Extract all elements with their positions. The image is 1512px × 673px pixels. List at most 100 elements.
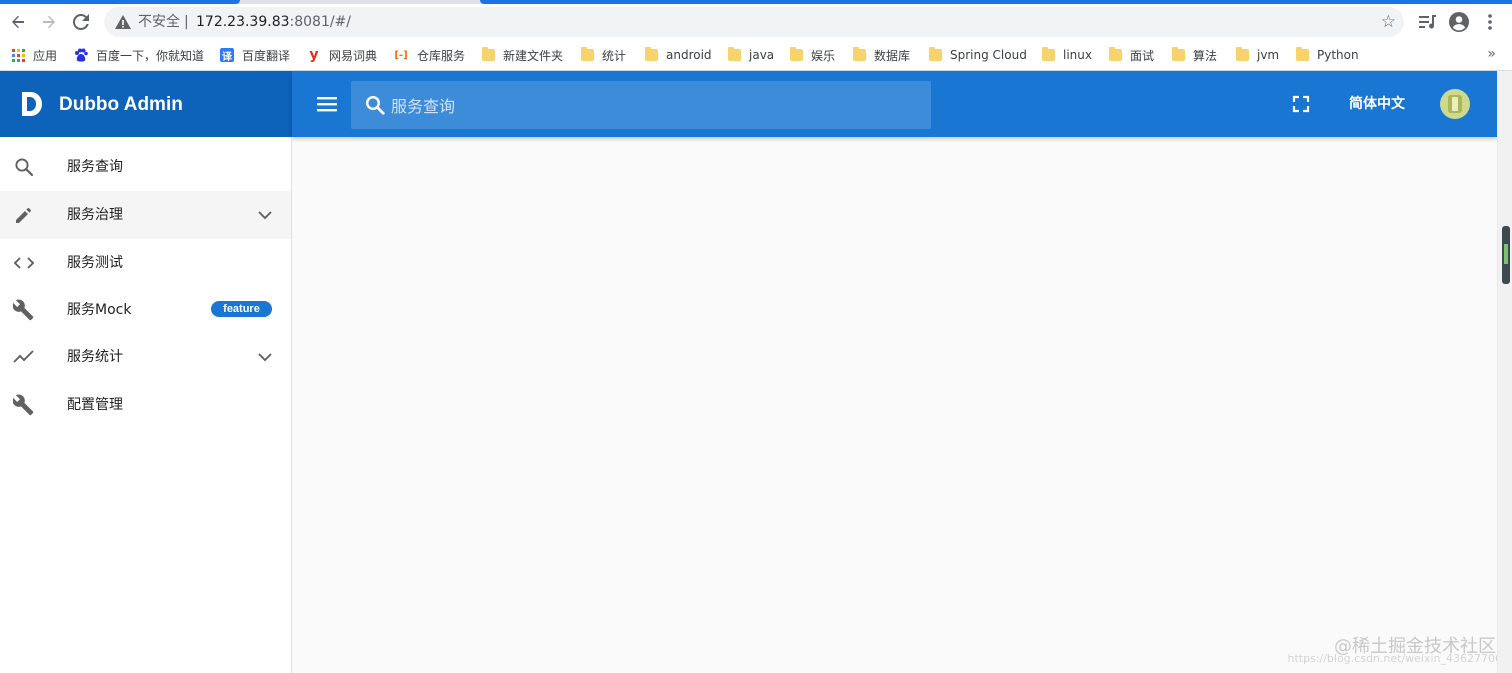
sidebar-item-label: 服务统计 <box>67 349 123 365</box>
folder-icon <box>789 47 803 61</box>
bookmark-label: linux <box>1063 48 1092 62</box>
bookmark-label: 仓库服务 <box>417 48 466 63</box>
sidebar-item-service-governance[interactable]: 服务治理 <box>0 191 291 239</box>
account-circle-icon <box>1449 12 1469 32</box>
bookmark-folder[interactable]: 娱乐 <box>789 46 835 64</box>
main-content <box>292 137 1497 673</box>
brand-header[interactable]: Dubbo Admin <box>0 71 292 137</box>
bookmark-label: java <box>749 48 775 62</box>
avatar-image-detail <box>1452 97 1458 111</box>
bookmark-label: Spring Cloud <box>950 48 1027 62</box>
folder-icon <box>928 47 942 61</box>
bookmark-label: 网易词典 <box>329 48 378 63</box>
url-text[interactable]: 172.23.39.83:8081/#/ <box>196 12 351 32</box>
app-toolbar: 简体中文 <box>292 71 1497 137</box>
scrollbar-thumb[interactable] <box>1502 226 1510 284</box>
brand-title: Dubbo Admin <box>59 94 183 115</box>
dubbo-admin-app: Dubbo Admin 简体中文 服务查询 <box>0 71 1497 673</box>
sidebar-item-label: 配置管理 <box>67 397 123 413</box>
bookmark-item[interactable]: [-] 仓库服务 <box>393 46 465 64</box>
bookmark-label: 数据库 <box>874 48 911 63</box>
reload-icon <box>73 14 89 30</box>
folder-icon <box>580 47 594 61</box>
folder-icon <box>1108 47 1122 61</box>
bookmark-label: 算法 <box>1193 48 1218 63</box>
baidu-icon <box>74 48 88 62</box>
profile-button[interactable] <box>1447 10 1471 34</box>
folder-icon <box>481 47 495 61</box>
menu-icon[interactable] <box>316 93 338 115</box>
chevron-down-icon[interactable] <box>254 204 276 226</box>
sidebar-item-label: 服务查询 <box>67 159 123 175</box>
bookmark-item[interactable]: 译百度翻译 <box>220 46 290 64</box>
language-selector[interactable]: 简体中文 <box>1349 93 1405 115</box>
feature-badge: feature <box>211 301 272 317</box>
bookmark-folder[interactable]: java <box>727 46 774 64</box>
arrow-right-icon <box>43 15 55 29</box>
bookmark-folder[interactable]: 面试 <box>1108 46 1154 64</box>
service-search-box[interactable] <box>351 81 931 129</box>
bookmark-folder[interactable]: android <box>644 46 712 64</box>
back-button[interactable] <box>4 8 32 36</box>
bookmark-folder[interactable]: 统计 <box>580 46 626 64</box>
wrench-icon <box>12 393 36 417</box>
folder-icon <box>1295 47 1309 61</box>
bookmark-label: 应用 <box>33 48 58 63</box>
bookmark-label: 统计 <box>602 48 627 63</box>
code-icon <box>12 251 36 275</box>
forward-button[interactable] <box>35 8 63 36</box>
sidebar-item-service-statistics[interactable]: 服务统计 <box>0 333 291 381</box>
bookmark-label: jvm <box>1257 48 1280 62</box>
bookmark-label: 面试 <box>1130 48 1155 63</box>
bookmark-folder[interactable]: Python <box>1295 46 1359 64</box>
dubbo-logo-icon <box>22 92 42 116</box>
folder-icon <box>852 47 866 61</box>
watermark-url: https://blog.csdn.net/weixin_43627706 <box>1287 652 1502 665</box>
sidebar-item-service-test[interactable]: 服务测试 <box>0 239 291 287</box>
bookmarks-bar: 应用 百度一下，你就知道 译百度翻译 y 网易词典 [-] 仓库服务 新建文件夹 统… <box>0 40 1512 71</box>
bookmark-folder[interactable]: 新建文件夹 <box>481 46 563 64</box>
search-input[interactable] <box>389 93 913 119</box>
bookmark-folder[interactable]: 算法 <box>1171 46 1217 64</box>
user-avatar[interactable] <box>1440 89 1470 119</box>
wrench-icon <box>12 298 36 322</box>
youdao-icon: y <box>309 47 319 63</box>
warning-icon[interactable] <box>114 13 132 31</box>
bookmark-item[interactable]: 百度一下，你就知道 <box>74 46 204 64</box>
bookmark-item[interactable]: y 网易词典 <box>307 46 377 64</box>
sidebar-item-config-management[interactable]: 配置管理 <box>0 381 291 429</box>
trending-up-icon <box>12 345 36 369</box>
bookmark-label: 娱乐 <box>811 48 836 63</box>
bookmark-star-icon[interactable]: ☆ <box>1381 12 1396 32</box>
fullscreen-icon[interactable] <box>1292 95 1310 113</box>
sidebar: 服务查询 服务治理 服务测试 服务Mock feature 服务统计 配置管理 <box>0 137 292 673</box>
sidebar-item-service-mock[interactable]: 服务Mock feature <box>0 286 291 334</box>
sidebar-item-label: 服务Mock <box>67 302 132 318</box>
bookmark-folder[interactable]: 数据库 <box>852 46 910 64</box>
repo-icon: [-] <box>394 49 408 61</box>
sidebar-item-service-search[interactable]: 服务查询 <box>0 143 291 191</box>
folder-icon <box>644 47 658 61</box>
bookmark-label: Python <box>1317 48 1359 62</box>
chevron-down-icon[interactable] <box>254 346 276 368</box>
page-scrollbar[interactable] <box>1497 71 1512 673</box>
pencil-icon <box>12 203 36 227</box>
address-bar[interactable]: 不安全 | 172.23.39.83:8081/#/ ☆ <box>104 7 1404 37</box>
sidebar-item-label: 服务治理 <box>67 207 123 223</box>
apps-grid-icon <box>11 48 25 62</box>
url-path: :8081/#/ <box>289 14 352 30</box>
bookmark-folder[interactable]: jvm <box>1235 46 1279 64</box>
bookmark-folder[interactable]: linux <box>1041 46 1092 64</box>
bookmark-item[interactable]: 应用 <box>11 46 57 64</box>
bookmark-folder[interactable]: Spring Cloud <box>928 46 1027 64</box>
media-control-button[interactable] <box>1416 10 1440 34</box>
bookmark-label: 百度一下，你就知道 <box>96 48 205 63</box>
sidebar-item-label: 服务测试 <box>67 255 123 271</box>
browser-menu-button[interactable] <box>1478 10 1502 34</box>
reload-button[interactable] <box>67 8 95 36</box>
security-label[interactable]: 不安全 <box>138 12 180 32</box>
playlist-icon <box>1419 15 1436 29</box>
bookmarks-overflow-button[interactable]: » <box>1487 46 1496 62</box>
folder-icon <box>1235 47 1249 61</box>
folder-icon <box>1171 47 1185 61</box>
